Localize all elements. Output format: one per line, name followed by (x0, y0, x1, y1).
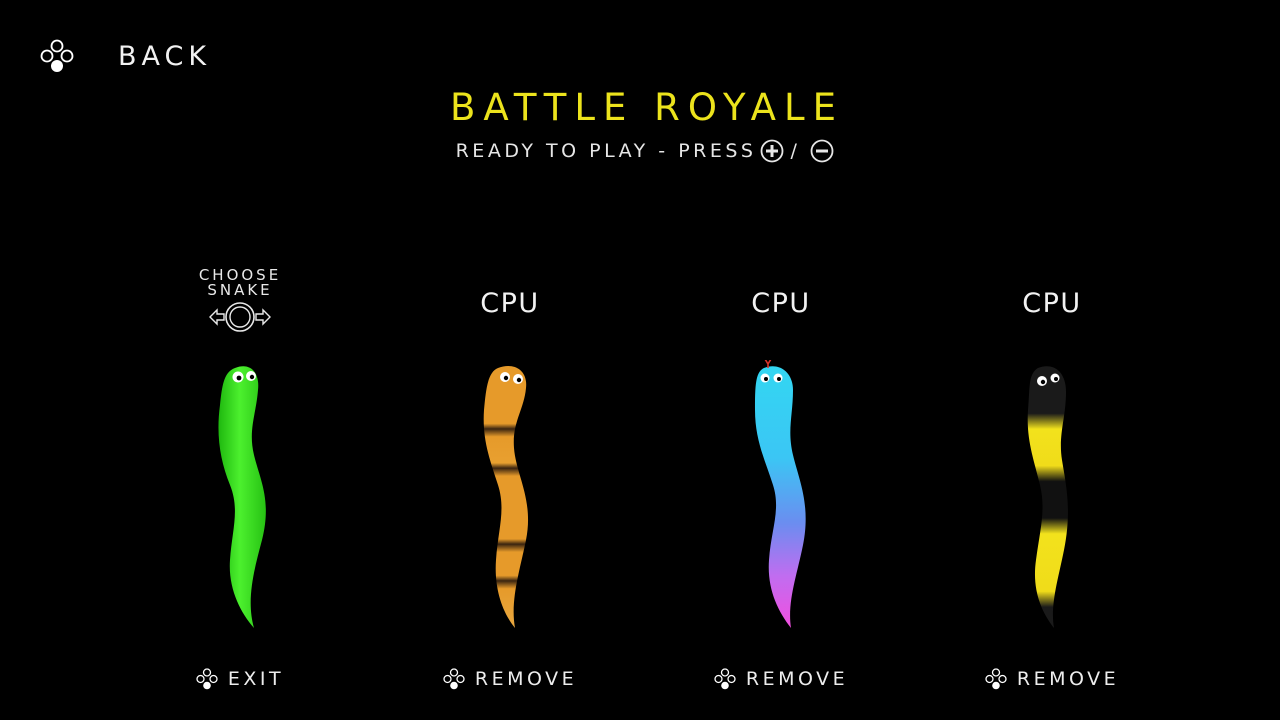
mode-title: BATTLE ROYALE (450, 86, 844, 129)
exit-button[interactable]: EXIT (130, 668, 350, 690)
remove-label: REMOVE (745, 668, 849, 690)
ready-text: READY TO PLAY - PRESS (455, 140, 757, 162)
left-stick-icon (209, 302, 271, 332)
snake-yellow-black[interactable] (992, 360, 1112, 635)
back-button[interactable]: BACK (40, 34, 211, 78)
remove-button[interactable]: REMOVE (400, 668, 620, 690)
exit-label: EXIT (227, 668, 285, 690)
prompt-separator: / (790, 140, 801, 162)
face-buttons-icon (196, 668, 218, 690)
cpu-slot-2[interactable]: CPU REMOVE (400, 260, 620, 700)
plus-button-icon (761, 139, 784, 163)
player-slot-1[interactable]: CHOOSE SNAKE EXIT (130, 260, 350, 700)
remove-button[interactable]: REMOVE (942, 668, 1162, 690)
choose-line-2: SNAKE (207, 281, 273, 299)
minus-button-icon (810, 139, 834, 163)
remove-label: REMOVE (1016, 668, 1120, 690)
snake-green[interactable] (180, 360, 300, 635)
cpu-slot-3[interactable]: CPU REMOVE (671, 260, 891, 700)
ready-prompt: READY TO PLAY - PRESS / (0, 139, 1280, 163)
remove-label: REMOVE (474, 668, 578, 690)
face-buttons-icon (714, 668, 736, 690)
cpu-slot-4[interactable]: CPU REMOVE (942, 260, 1162, 700)
face-buttons-icon (985, 668, 1007, 690)
remove-button[interactable]: REMOVE (671, 668, 891, 690)
choose-snake-prompt: CHOOSE SNAKE (130, 268, 350, 334)
slot-label: CPU (480, 288, 540, 319)
snake-orange-striped[interactable] (450, 360, 570, 635)
game-screen: BACK BATTLE ROYALE READY TO PLAY - PRESS… (0, 0, 1280, 720)
face-buttons-icon (443, 668, 465, 690)
back-label: BACK (118, 40, 212, 72)
slot-label: CPU (751, 288, 811, 319)
slot-label: CPU (1022, 288, 1082, 319)
face-buttons-icon (40, 39, 74, 72)
snake-cyan-magenta[interactable] (721, 360, 841, 635)
